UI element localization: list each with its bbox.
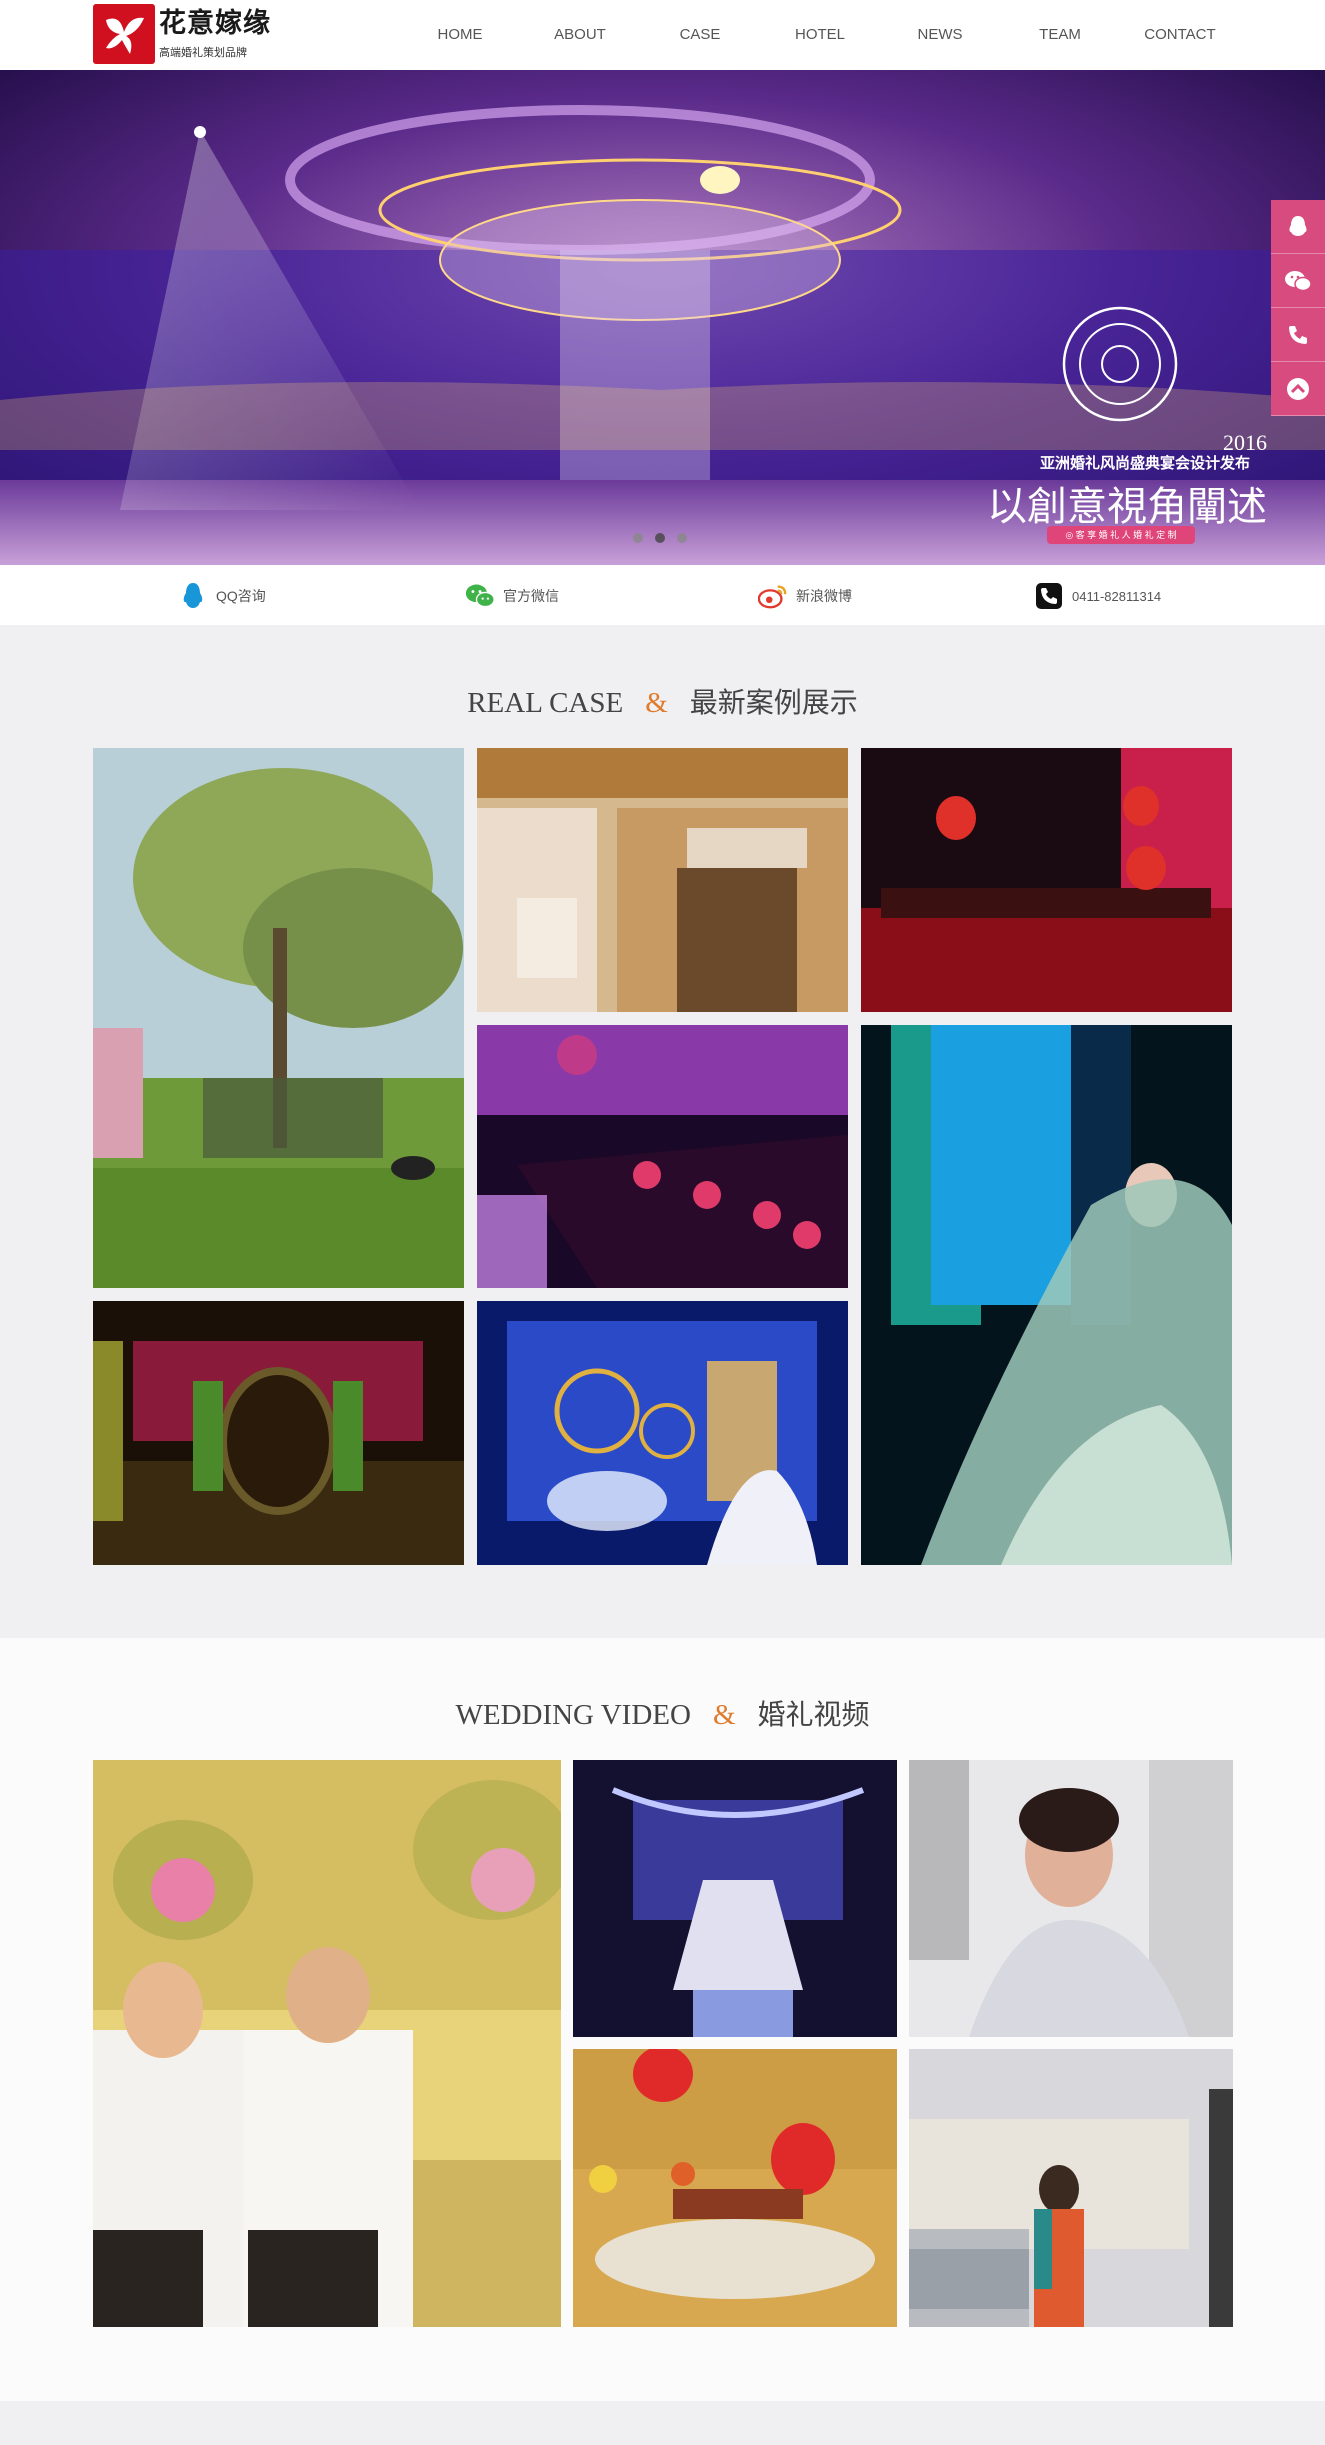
contact-label: 官方微信 bbox=[503, 588, 559, 604]
contact-label: QQ咨询 bbox=[216, 588, 266, 604]
nav-team[interactable]: TEAM bbox=[1000, 26, 1120, 43]
slider-dot[interactable] bbox=[677, 533, 687, 543]
banquet-image bbox=[477, 1025, 848, 1288]
portrait-image bbox=[909, 1760, 1233, 2037]
wechat-icon bbox=[465, 581, 495, 611]
case-photo-red-table[interactable] bbox=[861, 748, 1232, 1012]
logo[interactable]: 花意嫁缘 高端婚礼策划品牌 bbox=[93, 4, 271, 64]
video-thumb-couple-street[interactable] bbox=[909, 2049, 1233, 2327]
hero-banner[interactable]: 2016 亚洲婚礼风尚盛典宴会设计发布 以創意視角闡述 ◎ 客 享 婚 礼 人 … bbox=[0, 70, 1325, 565]
weibo-icon bbox=[758, 581, 788, 611]
wedding-video-section: WEDDING VIDEO & 婚礼视频 bbox=[0, 1638, 1325, 2401]
contact-qq[interactable]: QQ咨询 bbox=[178, 581, 266, 611]
blue-stage-image bbox=[477, 1301, 848, 1565]
ceremony-image bbox=[573, 1760, 897, 2037]
title-cn: 最新案例展示 bbox=[689, 686, 858, 719]
case-photo-hall[interactable] bbox=[477, 748, 848, 1012]
contact-strip: QQ咨询 官方微信 新浪微博 0411-82811314 bbox=[0, 565, 1325, 625]
back-to-top-icon[interactable] bbox=[1271, 362, 1325, 416]
contact-label: 新浪微博 bbox=[796, 588, 852, 604]
site-header: 花意嫁缘 高端婚礼策划品牌 HOME ABOUT CASE HOTEL NEWS… bbox=[0, 0, 1325, 70]
case-photo-banquet[interactable] bbox=[477, 1025, 848, 1288]
nav-case[interactable]: CASE bbox=[640, 26, 760, 43]
case-photo-arch[interactable] bbox=[93, 1301, 464, 1565]
garden-image bbox=[93, 748, 464, 1288]
phone-icon[interactable] bbox=[1271, 308, 1325, 362]
bride-image bbox=[861, 1025, 1232, 1565]
contact-phone-number: 0411-82811314 bbox=[1072, 588, 1162, 604]
slider-dot[interactable] bbox=[633, 533, 643, 543]
slider-dots bbox=[633, 533, 699, 543]
banner-subtitle: 亚洲婚礼风尚盛典宴会设计发布 bbox=[1039, 455, 1250, 472]
hall-image bbox=[477, 748, 848, 1012]
banner-tag: ◎ 客 享 婚 礼 人 婚 礼 定 制 bbox=[1047, 526, 1195, 544]
video-thumb-ceremony[interactable] bbox=[573, 1760, 897, 2037]
contact-phone[interactable]: 0411-82811314 bbox=[1034, 581, 1161, 611]
wechat-icon[interactable] bbox=[1271, 254, 1325, 308]
slider-dot[interactable] bbox=[655, 533, 665, 543]
wedding-video-title: WEDDING VIDEO & 婚礼视频 bbox=[0, 1693, 1325, 1733]
case-photo-blue-stage[interactable] bbox=[477, 1301, 848, 1565]
nav-home[interactable]: HOME bbox=[400, 26, 520, 43]
phone-icon bbox=[1034, 581, 1064, 611]
title-en: REAL CASE bbox=[467, 687, 624, 719]
banner-headline: 以創意視角闡述 bbox=[987, 484, 1267, 530]
arch-image bbox=[93, 1301, 464, 1565]
footer-strip bbox=[0, 2401, 1325, 2445]
birthday-image bbox=[573, 2049, 897, 2327]
main-nav: HOME ABOUT CASE HOTEL NEWS TEAM CONTACT bbox=[400, 26, 1240, 43]
logo-butterfly-icon bbox=[93, 4, 155, 64]
nav-contact[interactable]: CONTACT bbox=[1120, 26, 1240, 43]
case-photo-bride[interactable] bbox=[861, 1025, 1232, 1565]
title-en: WEDDING VIDEO bbox=[455, 1699, 691, 1731]
logo-slogan: 高端婚礼策划品牌 bbox=[159, 47, 247, 59]
groomsmen-image bbox=[93, 1760, 561, 2327]
video-thumb-birthday[interactable] bbox=[573, 2049, 897, 2327]
title-cn: 婚礼视频 bbox=[757, 1698, 870, 1731]
nav-news[interactable]: NEWS bbox=[880, 26, 1000, 43]
qq-icon[interactable] bbox=[1271, 200, 1325, 254]
case-photo-garden[interactable] bbox=[93, 748, 464, 1288]
nav-hotel[interactable]: HOTEL bbox=[760, 26, 880, 43]
red-table-image bbox=[861, 748, 1232, 1012]
video-thumb-groomsmen[interactable] bbox=[93, 1760, 561, 2327]
contact-weibo[interactable]: 新浪微博 bbox=[758, 581, 852, 611]
real-case-section: REAL CASE & 最新案例展示 bbox=[0, 625, 1325, 1638]
real-case-title: REAL CASE & 最新案例展示 bbox=[0, 681, 1325, 721]
nav-about[interactable]: ABOUT bbox=[520, 26, 640, 43]
video-thumb-portrait[interactable] bbox=[909, 1760, 1233, 2037]
floating-toolbar bbox=[1271, 200, 1325, 416]
contact-wechat[interactable]: 官方微信 bbox=[465, 581, 559, 611]
qq-icon bbox=[178, 581, 208, 611]
page: { "header": { "logo_cn": "花意嫁缘", "logo_s… bbox=[0, 0, 1325, 2445]
title-ampersand: & bbox=[712, 1699, 736, 1731]
couple-street-image bbox=[909, 2049, 1233, 2327]
title-ampersand: & bbox=[645, 687, 668, 719]
logo-name: 花意嫁缘 bbox=[159, 8, 271, 39]
